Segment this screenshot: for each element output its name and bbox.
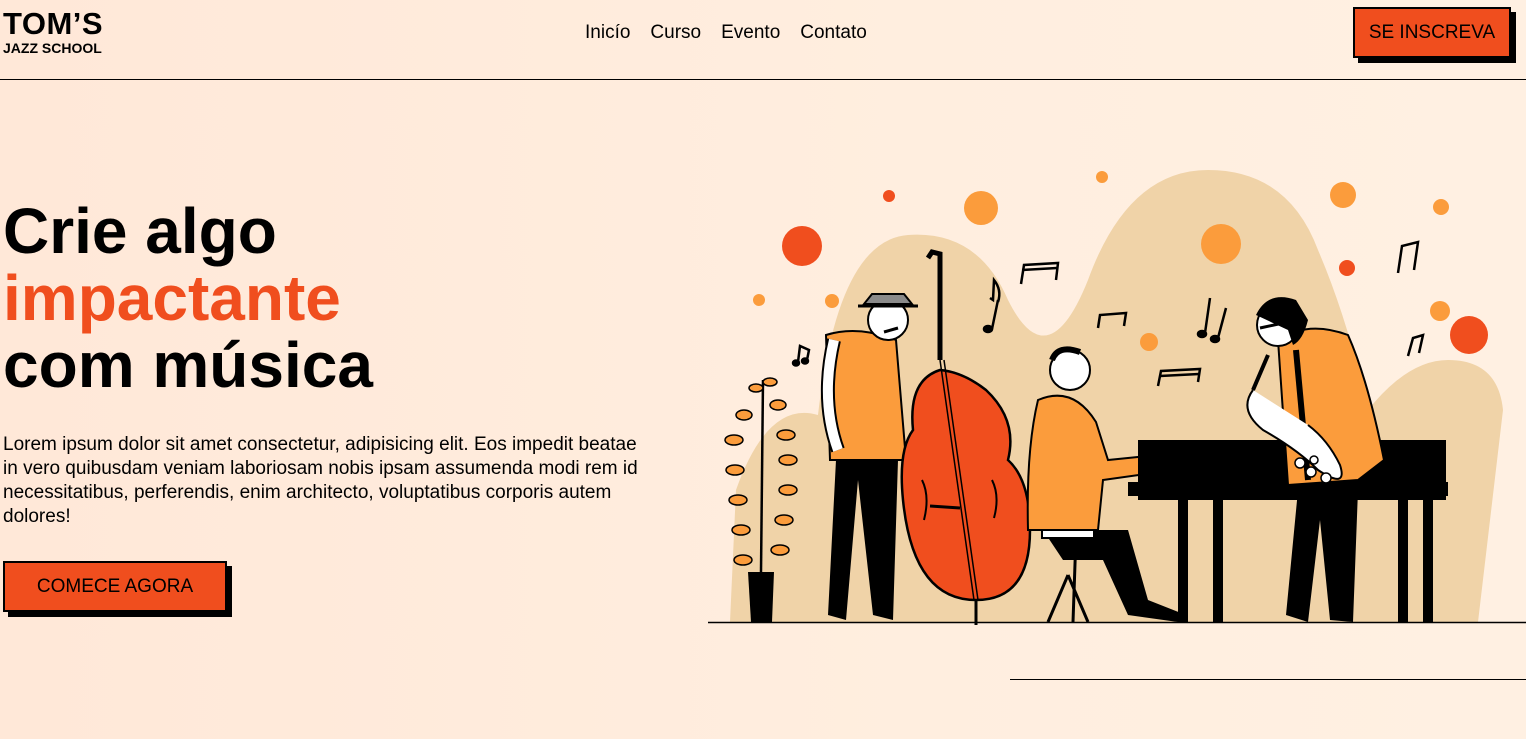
nav-link-inicio[interactable]: Inicío [585, 22, 630, 44]
jazz-band-illustration [708, 170, 1526, 625]
hero-title-line-2: impactante [3, 262, 341, 334]
hero-title-line-1: Crie algo [3, 195, 277, 267]
hero-title: Crie algo impactante com música [3, 198, 373, 399]
divider-line [1010, 679, 1526, 680]
start-now-button[interactable]: COMECE AGORA [3, 561, 227, 612]
nav-link-evento[interactable]: Evento [721, 22, 780, 44]
logo[interactable]: TOM’S JAZZ SCHOOL [3, 8, 103, 55]
nav-link-curso[interactable]: Curso [650, 22, 701, 44]
site-header: TOM’S JAZZ SCHOOL Inicío Curso Evento Co… [0, 0, 1526, 80]
nav-link-contato[interactable]: Contato [800, 22, 867, 44]
hero-title-line-3: com música [3, 329, 373, 401]
main-nav: Inicío Curso Evento Contato [585, 22, 867, 44]
logo-title: TOM’S [3, 6, 104, 41]
logo-subtitle: JAZZ SCHOOL [3, 40, 102, 56]
hero-description: Lorem ipsum dolor sit amet consectetur, … [3, 434, 638, 527]
signup-button[interactable]: SE INSCREVA [1353, 7, 1511, 58]
